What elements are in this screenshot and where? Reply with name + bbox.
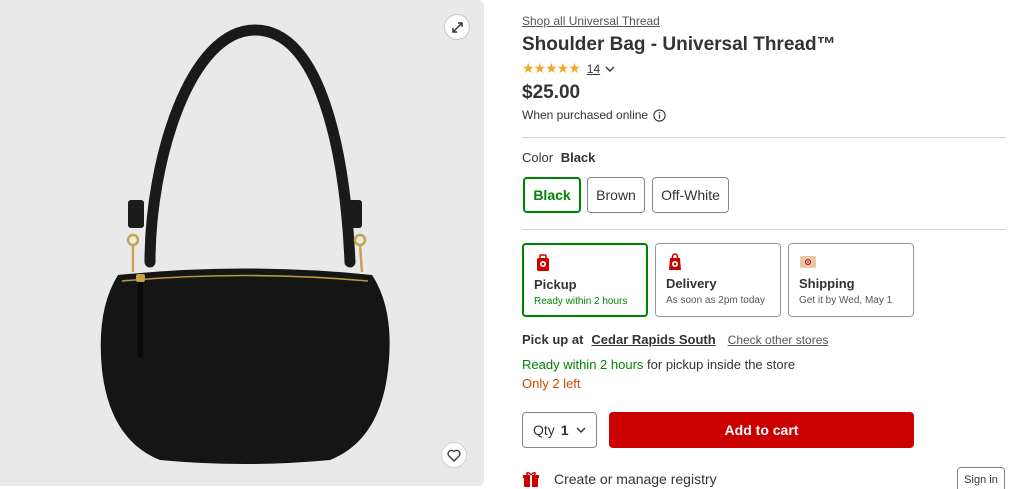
stock-status: Only 2 left	[522, 376, 581, 391]
divider	[522, 137, 1006, 138]
product-image	[100, 24, 390, 464]
shop-brand-link[interactable]: Shop all Universal Thread	[522, 14, 660, 28]
delivery-icon	[669, 253, 681, 270]
qty-value: 1	[560, 422, 569, 438]
color-selected-value: Black	[560, 150, 596, 165]
fulfillment-pickup-name: Pickup	[534, 277, 577, 292]
sign-in-button[interactable]: Sign in	[957, 467, 1005, 489]
color-option-off-white[interactable]: Off-White	[652, 177, 729, 213]
color-option-black[interactable]: Black	[523, 177, 581, 213]
price-note: When purchased online	[522, 108, 666, 122]
expand-icon	[451, 21, 463, 33]
pickup-ready-line: Ready within 2 hours for pickup inside t…	[522, 357, 795, 372]
star-rating-icon: ★★★★★	[522, 60, 581, 76]
expand-image-button[interactable]	[444, 14, 470, 40]
pickup-store-link[interactable]: Cedar Rapids South	[591, 332, 715, 347]
favorite-button[interactable]	[441, 442, 467, 468]
fulfillment-pickup-detail: Ready within 2 hours	[534, 296, 628, 307]
product-title: Shoulder Bag - Universal Thread™	[522, 34, 836, 55]
fulfillment-delivery-detail: As soon as 2pm today	[666, 295, 765, 306]
fulfillment-delivery-name: Delivery	[666, 276, 717, 291]
check-other-stores-link[interactable]: Check other stores	[728, 333, 829, 347]
pickup-ready-rest: for pickup inside the store	[647, 357, 796, 372]
store-pickup-icon	[537, 254, 549, 271]
color-label-text: Color	[522, 150, 554, 165]
divider	[522, 229, 1006, 230]
quantity-select[interactable]: Qty 1	[522, 412, 597, 448]
chevron-down-icon[interactable]	[604, 63, 616, 75]
gift-icon	[523, 472, 539, 487]
heart-icon	[447, 449, 461, 462]
registry-link[interactable]: Create or manage registry	[522, 470, 717, 488]
product-price: $25.00	[522, 82, 581, 103]
fulfillment-shipping[interactable]: Shipping Get it by Wed, May 1	[788, 243, 914, 317]
price-note-text: When purchased online	[522, 108, 649, 122]
color-option-brown[interactable]: Brown	[587, 177, 645, 213]
fulfillment-delivery[interactable]: Delivery As soon as 2pm today	[655, 243, 781, 317]
pickup-ready-time: Ready within 2 hours	[522, 357, 644, 372]
fulfillment-shipping-name: Shipping	[799, 276, 855, 291]
rating-summary[interactable]: ★★★★★ 14	[522, 60, 616, 77]
fulfillment-shipping-detail: Get it by Wed, May 1	[799, 295, 893, 306]
color-label: Color Black	[522, 150, 595, 165]
shipping-box-icon	[800, 256, 816, 268]
registry-label: Create or manage registry	[554, 471, 717, 487]
chevron-down-icon	[576, 427, 586, 433]
info-icon[interactable]	[653, 108, 666, 122]
pickup-store-line: Pick up at Cedar Rapids South Check othe…	[522, 332, 828, 347]
product-image-panel[interactable]	[0, 0, 484, 486]
rating-count-link[interactable]: 14	[587, 62, 600, 76]
add-to-cart-button[interactable]: Add to cart	[609, 412, 914, 448]
qty-label: Qty	[533, 422, 555, 438]
pickup-label: Pick up at	[522, 332, 584, 347]
fulfillment-pickup[interactable]: Pickup Ready within 2 hours	[522, 243, 648, 317]
